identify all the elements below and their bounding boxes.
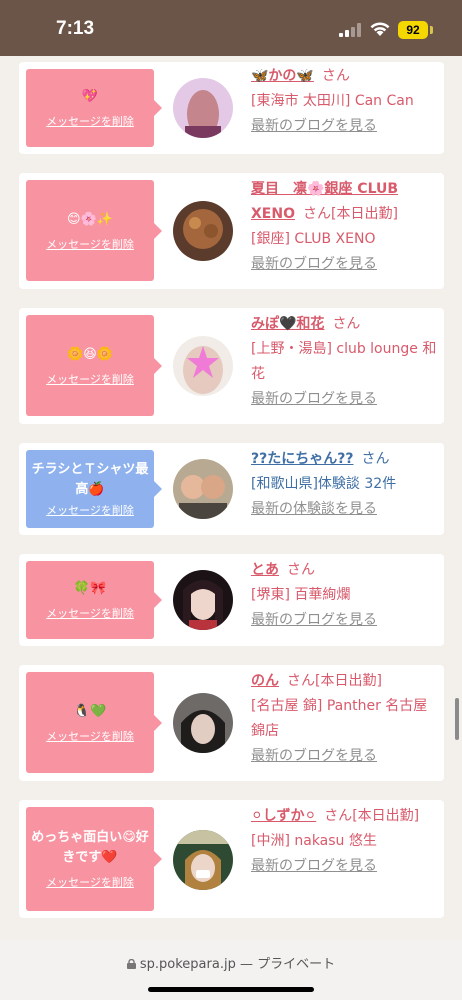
url-text: sp.pokepara.jp [139,957,236,972]
status-bar: 7:13 92 [0,0,462,56]
honorific: さん [287,562,315,578]
delete-message-button[interactable]: メッセージを削除 [46,371,134,387]
profile-info: 🦋かの🦋 さん [東海市 太田川] Can Can 最新のブログを見る [251,64,439,139]
girl-name-link[interactable]: のん [251,673,279,689]
message-list[interactable]: 💖 メッセージを削除 🦋かの🦋 さん [東海市 太田川] Can Can 最新のブ… [0,56,462,940]
lock-icon [126,959,136,969]
message-text: 💖 [81,89,99,104]
honorific: さん [324,808,353,824]
shop-name: [和歌山県]体験談 32件 [251,476,397,492]
latest-blog-link[interactable]: 最新のブログを見る [251,114,439,139]
honorific: さん [287,673,315,689]
shop-name: [上野・湯島] club lounge 和花 [251,341,437,382]
browsing-mode: プライベート [257,957,336,972]
attendance-badge: [本日出勤] [330,206,398,222]
message-text: 😊🌸✨ [67,211,113,227]
message-bubble: めっちゃ面白い😋好きです❤️ メッセージを削除 [26,807,162,911]
delete-message-button[interactable]: メッセージを削除 [46,728,134,744]
avatar[interactable] [173,78,233,138]
delete-message-button[interactable]: メッセージを削除 [46,502,134,518]
home-indicator[interactable] [148,987,314,992]
delete-message-button[interactable]: メッセージを削除 [46,874,134,890]
delete-message-button[interactable]: メッセージを削除 [46,605,134,621]
scrollbar[interactable] [455,698,459,740]
girl-name-link[interactable]: みぽ🖤和花 [251,316,324,332]
honorific: さん [361,451,390,467]
delete-message-button[interactable]: メッセージを削除 [46,236,134,252]
latest-blog-link[interactable]: 最新のブログを見る [251,744,439,769]
message-text: チラシとＴシャツ最高🍎 [31,462,149,497]
shop-name: [堺東] 百華絢爛 [251,587,351,603]
latest-blog-link[interactable]: 最新のブログを見る [251,252,439,277]
profile-info: ⚪しずか⚪ さん[本日出勤] [中洲] nakasu 悠生 最新のブログを見る [251,804,439,879]
honorific: さん [321,68,350,84]
message-card: めっちゃ面白い😋好きです❤️ メッセージを削除 ⚪しずか⚪ さん[本日出勤] [中… [19,800,444,918]
battery-icon [430,26,433,34]
attendance-badge: [本日出勤] [352,808,420,824]
profile-info: 夏目 凛🌸銀座 CLUB XENO さん[本日出勤] [銀座] CLUB XENO… [251,177,439,277]
wifi-icon [370,22,390,36]
profile-info: のん さん[本日出勤] [名古屋 錦] Panther 名古屋錦店 最新のブログを… [251,669,439,769]
attendance-badge: [本日出勤] [315,673,382,689]
message-text: 🍀🎀 [73,581,107,596]
profile-info: ??たにちゃん?? さん [和歌山県]体験談 32件 最新の体験談を見る [251,447,439,522]
message-bubble: 😊🌸✨ メッセージを削除 [26,180,162,281]
avatar[interactable] [173,459,233,519]
shop-name: [東海市 太田川] Can Can [251,93,414,109]
latest-blog-link[interactable]: 最新のブログを見る [251,387,439,412]
latest-review-link[interactable]: 最新の体験談を見る [251,497,439,522]
avatar[interactable] [173,830,233,890]
shop-name: [中洲] nakasu 悠生 [251,833,377,849]
url-separator: — [235,957,258,972]
profile-info: とあ さん [堺東] 百華絢爛 最新のブログを見る [251,558,439,633]
message-text: 🐧💚 [73,703,107,719]
cellular-signal-icon [339,23,361,37]
message-bubble: 💖 メッセージを削除 [26,69,162,147]
avatar[interactable] [173,570,233,630]
message-bubble: チラシとＴシャツ最高🍎 メッセージを削除 [26,450,162,528]
delete-message-button[interactable]: メッセージを削除 [46,113,134,129]
message-card: 🍀🎀 メッセージを削除 とあ さん [堺東] 百華絢爛 最新のブログを見る [19,554,444,646]
battery-indicator: 92 [398,21,428,39]
message-card: 💖 メッセージを削除 🦋かの🦋 さん [東海市 太田川] Can Can 最新のブ… [19,62,444,154]
profile-info: みぽ🖤和花 さん [上野・湯島] club lounge 和花 最新のブログを見る [251,312,439,412]
shop-name: [名古屋 錦] Panther 名古屋錦店 [251,698,428,739]
girl-name-link[interactable]: 🦋かの🦋 [251,68,314,84]
latest-blog-link[interactable]: 最新のブログを見る [251,608,439,633]
shop-name: [銀座] CLUB XENO [251,231,376,247]
latest-blog-link[interactable]: 最新のブログを見る [251,854,439,879]
girl-name-link[interactable]: とあ [251,562,279,578]
message-bubble: 🐧💚 メッセージを削除 [26,672,162,773]
avatar[interactable] [173,693,233,753]
honorific: さん [302,206,331,222]
message-card: 😊🌸✨ メッセージを削除 夏目 凛🌸銀座 CLUB XENO さん[本日出勤] [… [19,173,444,289]
url-display[interactable]: sp.pokepara.jp — プライベート [0,953,462,972]
girl-name-link[interactable]: ⚪しずか⚪ [251,808,316,824]
message-bubble: 🌼😆🌼 メッセージを削除 [26,315,162,416]
girl-name-link[interactable]: ??たにちゃん?? [251,451,353,467]
message-card: チラシとＴシャツ最高🍎 メッセージを削除 ??たにちゃん?? さん [和歌山県]体… [19,443,444,535]
avatar[interactable] [173,336,233,396]
clock: 7:13 [56,18,95,39]
honorific: さん [332,316,361,332]
message-card: 🐧💚 メッセージを削除 のん さん[本日出勤] [名古屋 錦] Panther 名… [19,665,444,781]
avatar[interactable] [173,201,233,261]
message-bubble: 🍀🎀 メッセージを削除 [26,561,162,639]
message-card: 🌼😆🌼 メッセージを削除 みぽ🖤和花 さん [上野・湯島] club lounge… [19,308,444,424]
message-text: めっちゃ面白い😋好きです❤️ [31,830,149,865]
message-text: 🌼😆🌼 [67,346,113,362]
